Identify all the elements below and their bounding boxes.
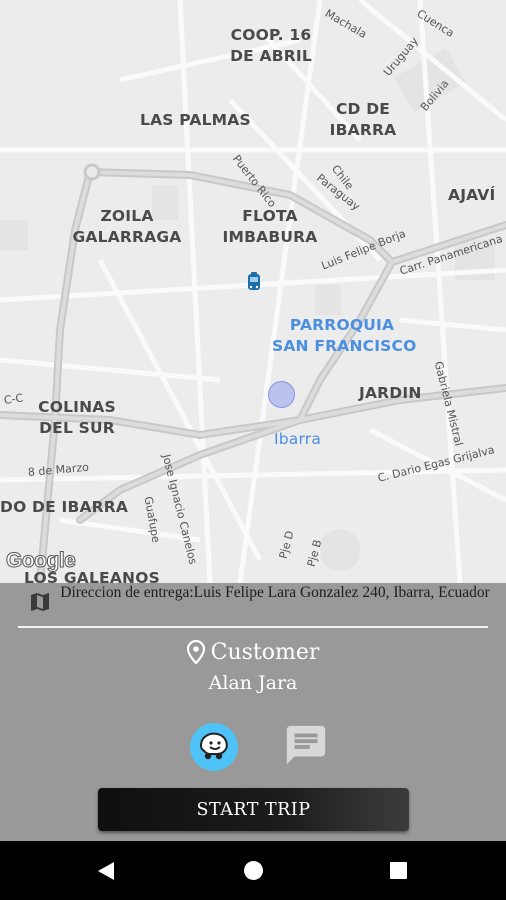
customer-name: Alan Jara xyxy=(208,672,298,694)
bus-marker-icon[interactable] xyxy=(247,272,261,292)
start-trip-button[interactable]: START TRIP xyxy=(98,788,409,831)
area-label: LAS PALMAS xyxy=(140,111,251,129)
trip-panel: Direccion de entrega:Luis Felipe Lara Go… xyxy=(0,583,506,841)
area-label: JARDIN xyxy=(359,384,422,402)
current-location-icon xyxy=(268,381,295,408)
area-label: ZOILA GALARRAGA xyxy=(72,207,182,246)
area-label: CD DE IBARRA xyxy=(329,100,397,139)
area-label: AJAVÍ xyxy=(448,186,496,204)
map-icon xyxy=(31,593,49,611)
area-label: FLOTA IMBABURA xyxy=(222,207,318,246)
map-view[interactable]: COOP. 16 DE ABRIL LAS PALMAS CD DE IBARR… xyxy=(0,0,506,583)
street-label: C-C xyxy=(3,391,25,407)
customer-header: Customer xyxy=(0,635,506,669)
back-icon[interactable] xyxy=(96,861,116,881)
area-label: PARROQUIA SAN FRANCISCO xyxy=(272,316,417,355)
divider xyxy=(18,626,488,628)
address-row: Direccion de entrega:Luis Felipe Lara Go… xyxy=(0,583,506,625)
android-nav-bar xyxy=(0,841,506,900)
chat-icon[interactable] xyxy=(283,722,329,768)
home-icon[interactable] xyxy=(244,861,263,880)
waze-icon xyxy=(200,732,228,760)
google-logo: Google xyxy=(5,549,76,573)
area-label: COLINAS DEL SUR xyxy=(38,398,116,437)
recents-icon[interactable] xyxy=(390,862,407,879)
location-pin-icon xyxy=(186,640,205,664)
waze-button[interactable] xyxy=(190,723,238,771)
area-label: DO DE IBARRA xyxy=(0,498,129,516)
city-label: Ibarra xyxy=(274,430,322,448)
delivery-address: Direccion de entrega:Luis Felipe Lara Go… xyxy=(60,584,490,601)
customer-title: Customer xyxy=(210,639,320,665)
area-label: COOP. 16 DE ABRIL xyxy=(230,26,312,65)
